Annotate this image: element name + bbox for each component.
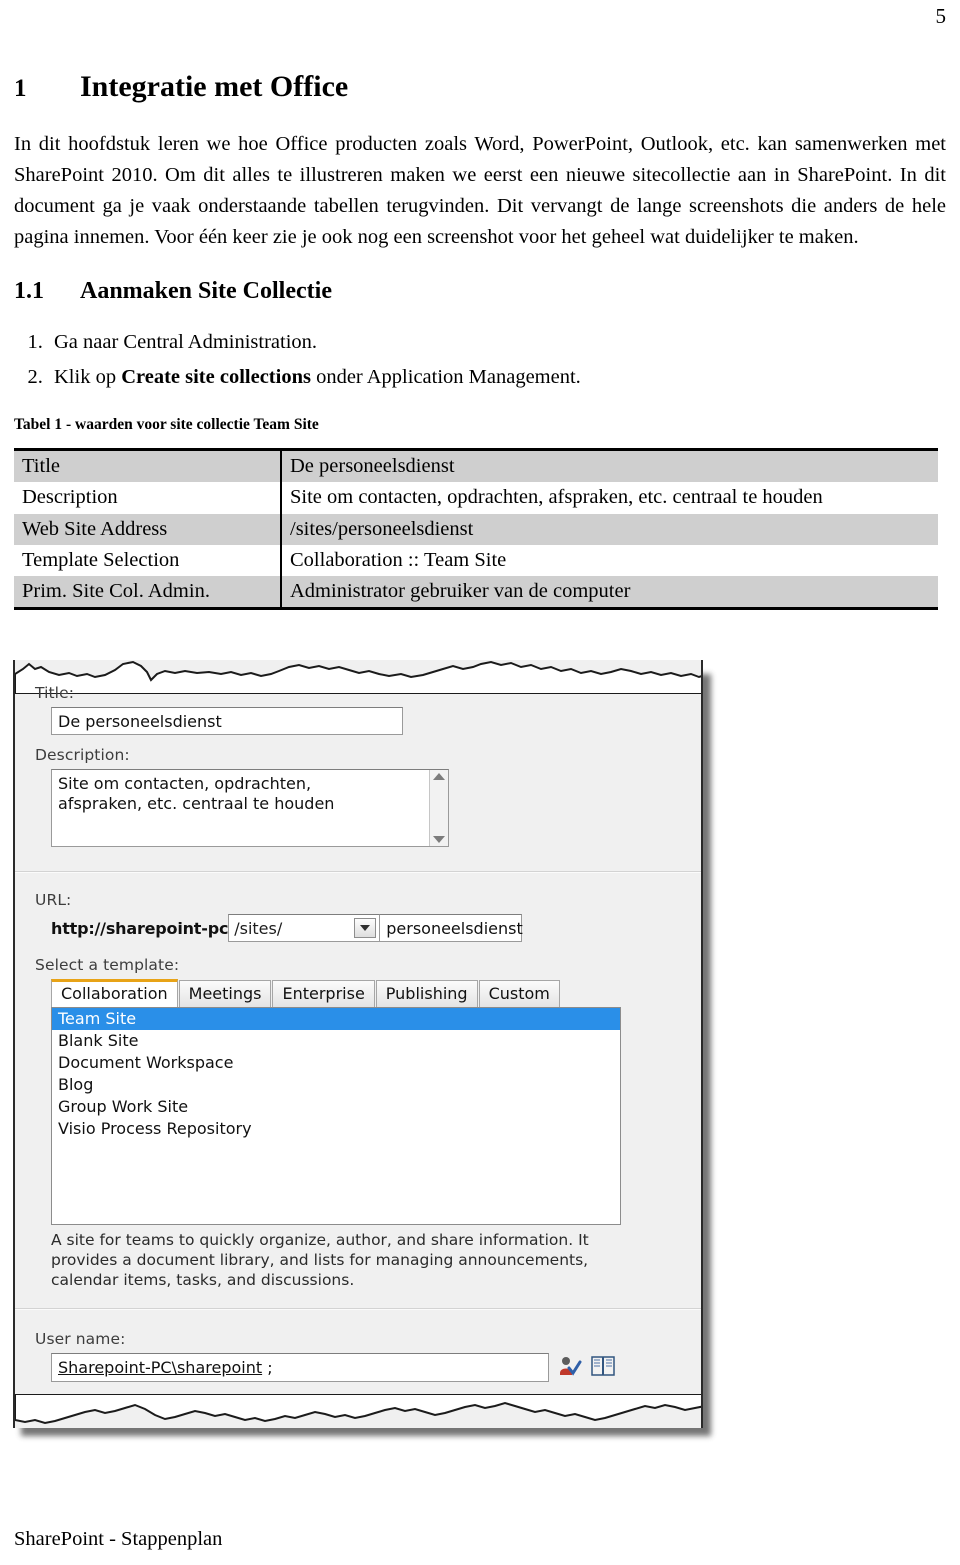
section-title: Aanmaken Site Collectie [80, 277, 332, 304]
steps-list: Ga naar Central Administration. Klik op … [14, 327, 946, 395]
url-label: URL: [35, 891, 72, 909]
section-heading: 1.1 Aanmaken Site Collectie [14, 278, 946, 305]
url-path-dropdown[interactable]: /sites/ [228, 914, 381, 942]
user-name-input[interactable]: Sharepoint-PC\sharepoint ; [51, 1353, 549, 1382]
url-suffix-input[interactable]: personeelsdienst [380, 914, 523, 942]
table-cell-key: Prim. Site Col. Admin. [14, 575, 282, 609]
user-name-row: Sharepoint-PC\sharepoint ; [51, 1353, 683, 1382]
template-category-tabs: Collaboration Meetings Enterprise Publis… [51, 979, 683, 1007]
table-cell-value: /sites/personeelsdienst [281, 513, 938, 545]
list-item[interactable]: Visio Process Repository [52, 1118, 620, 1140]
list-item[interactable]: Blank Site [52, 1030, 620, 1052]
table-cell-key: Title [14, 449, 282, 483]
tab-custom[interactable]: Custom [478, 980, 560, 1007]
table-row: Prim. Site Col. Admin. Administrator geb… [14, 575, 938, 609]
description-scrollbar[interactable] [429, 770, 448, 846]
description-label: Description: [35, 746, 130, 764]
table-cell-value: Administrator gebruiker van de computer [281, 575, 938, 609]
embedded-screenshot: Title: De personeelsdienst Description: … [13, 660, 725, 1450]
chapter-intro-paragraph: In dit hoofdstuk leren we hoe Office pro… [14, 133, 946, 249]
tab-meetings[interactable]: Meetings [178, 980, 272, 1007]
table-row: Template Selection Collaboration :: Team… [14, 544, 938, 576]
chapter-number: 1 [14, 75, 27, 102]
table-cell-value: Collaboration :: Team Site [281, 544, 938, 576]
title-input[interactable]: De personeelsdienst [51, 707, 403, 735]
table-row: Web Site Address /sites/personeelsdienst [14, 513, 938, 545]
tab-publishing[interactable]: Publishing [375, 980, 478, 1007]
scroll-up-arrow-icon[interactable] [433, 773, 445, 780]
url-prefix-text: http://sharepoint-pc [51, 918, 229, 938]
site-collection-values-table: Title De personeelsdienst Description Si… [14, 448, 938, 611]
list-item: Ga naar Central Administration. [48, 327, 946, 359]
url-path-value: /sites/ [234, 918, 283, 938]
page-number: 5 [935, 4, 947, 28]
url-template-section: URL: http://sharepoint-pc /sites/ person… [15, 873, 701, 1290]
step-text-before: Ga naar Central Administration. [54, 330, 318, 353]
step-text-after: onder Application Management. [310, 366, 581, 389]
list-item[interactable]: Group Work Site [52, 1096, 620, 1118]
template-description: A site for teams to quickly organize, au… [51, 1231, 589, 1289]
title-description-section: Title: De personeelsdienst Description: … [15, 682, 701, 847]
address-book-icon[interactable] [591, 1355, 615, 1381]
table-row: Title De personeelsdienst [14, 449, 938, 483]
table-cell-key: Description [14, 482, 282, 514]
step-text-before: Klik op [54, 366, 122, 389]
table-row: Description Site om contacten, opdrachte… [14, 482, 938, 514]
description-value: Site om contacten, opdrachten, afspraken… [58, 774, 335, 813]
chapter-heading: 1 Integratie met Office [14, 70, 946, 103]
table-cell-value: De personeelsdienst [281, 449, 938, 483]
list-item[interactable]: Team Site [52, 1008, 620, 1030]
tab-collaboration[interactable]: Collaboration [51, 979, 178, 1007]
url-row: http://sharepoint-pc /sites/ personeelsd… [51, 914, 683, 942]
sharepoint-dialog: Title: De personeelsdienst Description: … [13, 660, 703, 1428]
chevron-down-icon[interactable] [354, 918, 377, 938]
page-footer: SharePoint - Stappenplan [14, 1528, 223, 1550]
step-text-bold: Create site collections [121, 366, 311, 389]
table-cell-key: Web Site Address [14, 513, 282, 545]
section-number: 1.1 [14, 277, 44, 304]
template-label: Select a template: [35, 956, 180, 974]
table-caption: Tabel 1 - waarden voor site collectie Te… [14, 416, 319, 434]
dialog-content: Title: De personeelsdienst Description: … [15, 682, 701, 1400]
title-label: Title: [35, 684, 75, 702]
check-names-icon[interactable] [558, 1355, 582, 1381]
list-item[interactable]: Document Workspace [52, 1052, 620, 1074]
template-listbox[interactable]: Team Site Blank Site Document Workspace … [51, 1007, 621, 1225]
user-name-suffix: ; [262, 1358, 273, 1377]
description-textarea[interactable]: Site om contacten, opdrachten, afspraken… [51, 769, 449, 847]
chapter-title: Integratie met Office [80, 70, 349, 103]
scroll-down-arrow-icon[interactable] [433, 836, 445, 843]
user-name-section: User name: Sharepoint-PC\sharepoint ; [15, 1310, 701, 1382]
list-item[interactable]: Blog [52, 1074, 620, 1096]
table-cell-value: Site om contacten, opdrachten, afspraken… [281, 482, 938, 514]
tab-enterprise[interactable]: Enterprise [272, 980, 375, 1007]
user-name-value: Sharepoint-PC\sharepoint [58, 1358, 263, 1377]
document-body: 1 Integratie met Office In dit hoofdstuk… [14, 70, 946, 611]
user-name-label: User name: [35, 1330, 126, 1348]
table-cell-key: Template Selection [14, 544, 282, 576]
list-item: Klik op Create site collections onder Ap… [48, 362, 946, 394]
